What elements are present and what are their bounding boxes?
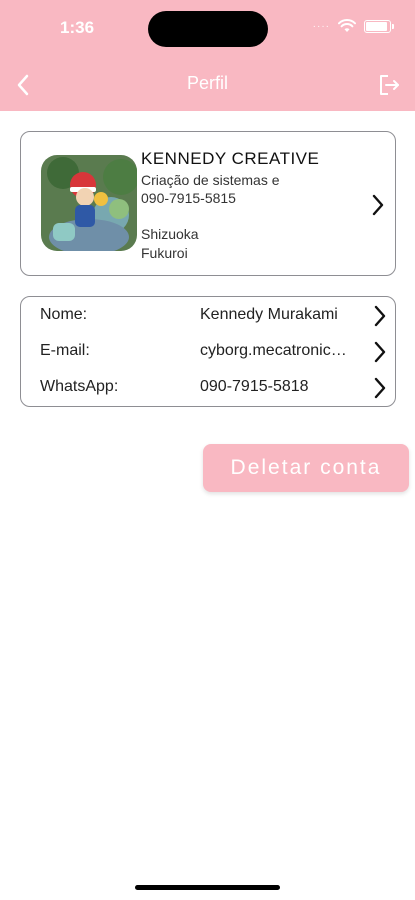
row-name-value: Kennedy Murakami	[200, 306, 338, 323]
status-icons: ····	[312, 19, 394, 33]
row-name-label: Nome:	[40, 306, 88, 323]
page-title: Perfil	[186, 73, 228, 93]
row-whatsapp-value: 090-7915-5818	[200, 378, 309, 395]
profile-city: Fukuroi	[141, 245, 188, 261]
row-name[interactable]: Nome: Kennedy Murakami	[21, 298, 397, 334]
avatar	[41, 155, 137, 251]
signal-icon: ····	[312, 20, 330, 32]
chevron-right-icon	[374, 377, 386, 399]
chevron-right-icon	[372, 194, 384, 216]
logout-button[interactable]	[377, 73, 403, 99]
profile-state: Shizuoka	[141, 226, 199, 242]
chevron-right-icon	[374, 341, 386, 363]
wifi-icon	[338, 19, 356, 32]
profile-card[interactable]: KENNEDY CREATIVE Criação de sistemas e 0…	[20, 131, 396, 276]
chevron-right-icon	[374, 305, 386, 327]
delete-account-button[interactable]: Deletar conta	[203, 444, 409, 492]
profile-phone: 090-7915-5815	[141, 190, 236, 206]
row-whatsapp[interactable]: WhatsApp: 090-7915-5818	[21, 370, 397, 406]
row-email[interactable]: E-mail: cyborg.mecatronica@gmail.com	[21, 334, 397, 370]
row-email-value: cyborg.mecatronica@gmail.com	[200, 342, 350, 359]
profile-name: KENNEDY CREATIVE	[141, 149, 320, 168]
avatar-image	[41, 155, 137, 251]
logout-icon	[380, 75, 399, 95]
status-time: 1:36	[60, 18, 95, 37]
header-bar: 1:36 ···· Perfil	[0, 0, 415, 111]
row-whatsapp-label: WhatsApp:	[40, 378, 119, 395]
account-info-card: Nome: Kennedy Murakami E-mail: cyborg.me…	[20, 296, 396, 407]
profile-description: Criação de sistemas e	[141, 172, 280, 188]
row-email-label: E-mail:	[40, 342, 90, 359]
battery-icon	[364, 19, 394, 33]
dynamic-island	[148, 11, 268, 47]
home-indicator[interactable]	[135, 885, 280, 890]
